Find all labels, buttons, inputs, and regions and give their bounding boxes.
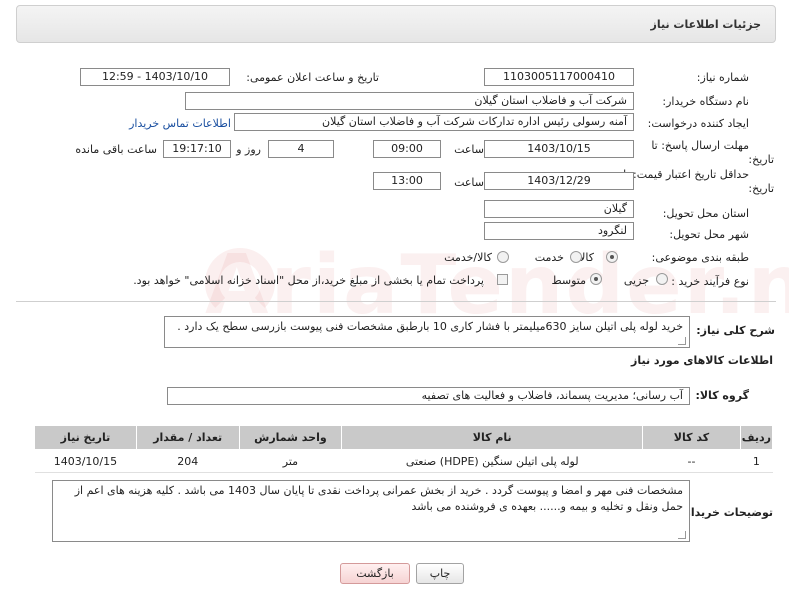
- price-validity-label: حداقل تاریخ اعتبار قیمت: تا: [623, 168, 749, 181]
- reply-deadline-label-date: تاریخ:: [748, 153, 774, 166]
- resize-handle-icon[interactable]: [678, 531, 686, 539]
- col-unit: واحد شمارش: [238, 425, 343, 450]
- cell-code: --: [642, 449, 741, 473]
- price-validity-time-label: ساعت: [454, 176, 484, 189]
- buyer-contact-link[interactable]: اطلاعات تماس خریدار: [129, 117, 231, 130]
- goods-section-title: اطلاعات کالاهای مورد نیاز: [631, 354, 773, 367]
- goods-group-label: گروه کالا:: [695, 389, 749, 402]
- process-option-medium: متوسط: [551, 274, 586, 287]
- buyer-org-label: نام دستگاه خریدار:: [662, 95, 749, 108]
- page-title: جزئیات اطلاعات نیاز: [650, 18, 762, 31]
- reply-deadline-label: مهلت ارسال پاسخ: تا: [651, 139, 749, 152]
- col-qty: تعداد / مقدار: [135, 425, 240, 450]
- process-radio-minor[interactable]: [656, 273, 668, 285]
- col-date: تاریخ نیاز: [34, 425, 137, 450]
- process-type-label: نوع فرآیند خرید :: [671, 275, 749, 288]
- description-textarea[interactable]: خرید لوله پلی اتیلن سایز 630میلیمتر با ف…: [164, 316, 690, 348]
- need-number-field[interactable]: 1103005117000410: [484, 68, 634, 86]
- category-option-goods-service: کالا/خدمت: [444, 251, 492, 264]
- announce-datetime-label: تاریخ و ساعت اعلان عمومی:: [246, 71, 379, 84]
- category-label: طبقه بندی موضوعی:: [651, 251, 749, 264]
- delivery-province-label: استان محل تحویل:: [662, 207, 749, 220]
- treasury-payment-note: پرداخت تمام یا بخشی از مبلغ خرید،از محل …: [133, 274, 484, 287]
- resize-handle-icon[interactable]: [678, 337, 686, 345]
- print-button[interactable]: چاپ: [416, 563, 464, 584]
- remaining-days-label: روز و: [236, 143, 261, 156]
- col-row: ردیف: [739, 425, 774, 450]
- reply-deadline-time-field[interactable]: 09:00: [373, 140, 441, 158]
- goods-table: ردیف کد کالا نام کالا واحد شمارش تعداد /…: [34, 425, 774, 473]
- goods-table-header: ردیف کد کالا نام کالا واحد شمارش تعداد /…: [34, 425, 774, 450]
- price-validity-date-field[interactable]: 1403/12/29: [484, 172, 634, 190]
- treasury-payment-checkbox[interactable]: [497, 274, 508, 285]
- goods-group-field[interactable]: آب رسانی؛ مدیریت پسماند، فاضلاب و فعالیت…: [167, 387, 690, 405]
- cell-date: 1403/10/15: [34, 449, 137, 473]
- back-button[interactable]: بازگشت: [340, 563, 410, 584]
- price-validity-time-field[interactable]: 13:00: [373, 172, 441, 190]
- description-label: شرح کلی نیاز:: [696, 324, 775, 337]
- remaining-days-field[interactable]: 4: [268, 140, 334, 158]
- col-name: نام کالا: [341, 425, 644, 450]
- table-row[interactable]: 1 -- لوله پلی اتیلن سنگین (HDPE) صنعتی م…: [34, 449, 773, 473]
- page-header: جزئیات اطلاعات نیاز: [16, 5, 776, 43]
- process-radio-medium[interactable]: [590, 273, 602, 285]
- cell-unit: متر: [239, 449, 342, 473]
- requester-label: ایجاد کننده درخواست:: [647, 117, 749, 130]
- delivery-city-field[interactable]: لنگرود: [484, 222, 634, 240]
- category-radio-goods-service[interactable]: [497, 251, 509, 263]
- buyer-org-field[interactable]: شرکت آب و فاضلاب استان گیلان: [185, 92, 634, 110]
- col-code: کد کالا: [642, 425, 741, 450]
- delivery-province-field[interactable]: گیلان: [484, 200, 634, 218]
- category-radio-goods[interactable]: [606, 251, 618, 263]
- cell-row: 1: [740, 449, 773, 473]
- reply-deadline-date-field[interactable]: 1403/10/15: [484, 140, 634, 158]
- process-option-minor: جزیی: [623, 274, 649, 287]
- remaining-time-label: ساعت باقی مانده: [75, 143, 157, 156]
- buyer-notes-textarea[interactable]: مشخصات فنی مهر و امضا و پیوست گردد . خری…: [52, 480, 690, 542]
- buyer-notes-text: مشخصات فنی مهر و امضا و پیوست گردد . خری…: [74, 484, 683, 513]
- buyer-notes-label: توضیحات خریدار:: [680, 506, 773, 519]
- cell-name: لوله پلی اتیلن سنگین (HDPE) صنعتی: [341, 449, 643, 473]
- divider: [16, 301, 776, 302]
- category-radio-service[interactable]: [570, 251, 582, 263]
- cell-qty: 204: [136, 449, 240, 473]
- reply-deadline-time-label: ساعت: [454, 143, 484, 156]
- delivery-city-label: شهر محل تحویل:: [669, 228, 749, 241]
- requester-field[interactable]: آمنه رسولی رئیس اداره تدارکات شرکت آب و …: [234, 113, 634, 131]
- announce-datetime-field[interactable]: 1403/10/10 - 12:59: [80, 68, 230, 86]
- remaining-time-field[interactable]: 19:17:10: [163, 140, 231, 158]
- category-option-service: خدمت: [534, 251, 564, 264]
- description-text: خرید لوله پلی اتیلن سایز 630میلیمتر با ف…: [177, 320, 683, 333]
- price-validity-label-date: تاریخ:: [748, 182, 774, 195]
- need-number-label: شماره نیاز:: [696, 71, 749, 84]
